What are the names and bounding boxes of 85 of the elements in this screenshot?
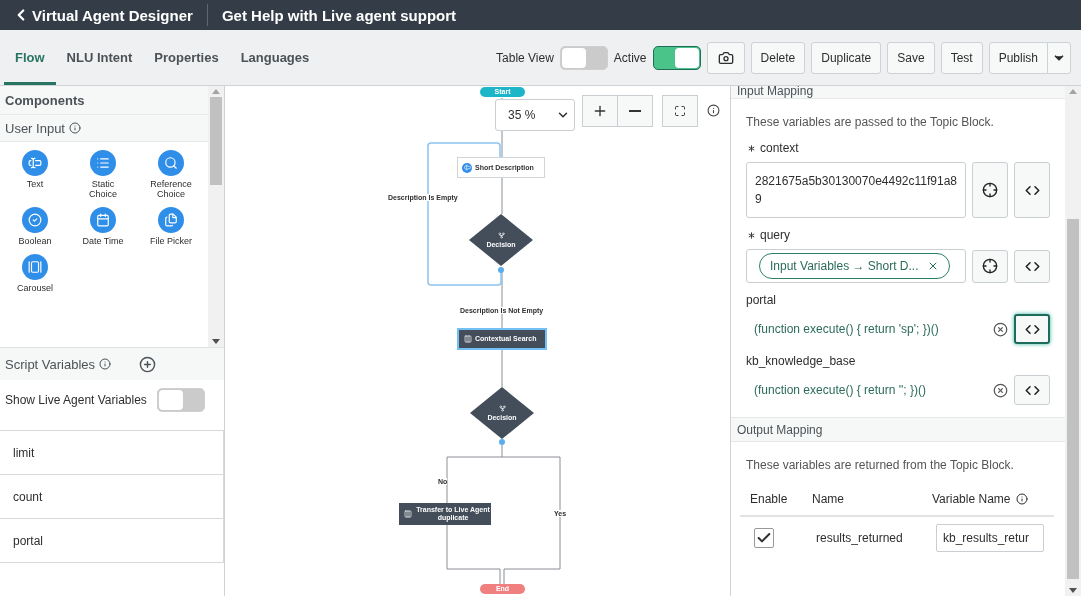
fullscreen-icon <box>674 105 686 117</box>
table-cell-text: results_returned <box>816 531 904 545</box>
field-label: query <box>760 228 791 242</box>
script-button[interactable] <box>1014 314 1050 344</box>
table-icon <box>464 335 472 343</box>
info-icon[interactable] <box>707 104 720 117</box>
tab[interactable]: Languages <box>229 30 321 85</box>
field-label: context <box>760 141 799 155</box>
branch-icon <box>497 232 505 239</box>
dropdown-button[interactable] <box>1047 41 1071 74</box>
zoom-in-button[interactable] <box>582 95 618 127</box>
clear-icon[interactable] <box>993 382 1008 398</box>
field-label: kb_knowledge_base <box>746 354 856 368</box>
component-item[interactable]: Date Time <box>69 207 137 246</box>
info-icon <box>1016 493 1029 505</box>
camera-icon <box>717 49 734 66</box>
section-title: Script Variables <box>5 356 96 372</box>
input-field[interactable]: kb_results_retur <box>936 524 1044 552</box>
scrollbar[interactable] <box>208 86 224 347</box>
component-item[interactable]: Reference Choice <box>137 150 205 199</box>
files-icon <box>158 207 184 233</box>
crosshair-icon <box>982 258 998 274</box>
column-header: Name <box>812 492 844 506</box>
minus-icon <box>629 110 641 112</box>
section-title: User Input <box>5 120 65 136</box>
info-icon <box>69 122 81 134</box>
column-header: Variable Name <box>932 492 1011 506</box>
scrollbar[interactable] <box>1065 86 1081 596</box>
crosshair-icon <box>982 182 998 198</box>
add-icon[interactable] <box>139 355 157 373</box>
column-header: Enable <box>750 492 788 506</box>
branch-icon <box>498 405 506 412</box>
script-value: (function execute() { return ''; })() <box>753 383 927 397</box>
variable-item[interactable]: limit <box>0 431 224 475</box>
check-circle-icon <box>22 207 48 233</box>
input-field[interactable]: 2821675a5b30130070e4492c11f91a89 <box>746 162 966 218</box>
list-icon <box>90 150 116 176</box>
search-icon <box>158 150 184 176</box>
field-label: portal <box>746 293 777 307</box>
camera-button[interactable] <box>706 41 745 74</box>
pill-mode-button[interactable] <box>972 162 1008 218</box>
toolbar-button[interactable]: Delete <box>750 41 806 74</box>
section-description: These variables are passed to the Topic Block. <box>745 114 995 131</box>
connector-line <box>501 271 503 331</box>
variable-item[interactable]: count <box>0 475 224 519</box>
component-item[interactable]: Carousel <box>1 254 69 293</box>
toggle-switch[interactable] <box>652 45 701 70</box>
zoom-select[interactable]: 35 % <box>495 99 575 131</box>
zoom-out-button[interactable] <box>617 95 653 127</box>
text-input-icon <box>462 162 472 173</box>
component-item[interactable]: File Picker <box>137 207 205 246</box>
info-icon <box>99 358 112 370</box>
section-title: Input Mapping <box>737 86 814 98</box>
panel-title: Components <box>5 92 85 108</box>
toolbar-button[interactable]: Publish <box>988 41 1048 74</box>
toolbar-button[interactable]: Duplicate <box>811 41 882 74</box>
pill-mode-button[interactable] <box>972 249 1008 283</box>
toggle-label: Table View <box>496 50 554 65</box>
required-icon <box>746 229 757 241</box>
required-icon <box>746 142 757 154</box>
toggle-label: Show Live Agent Variables <box>5 393 147 407</box>
connector-line <box>501 177 503 215</box>
back-link[interactable]: Virtual Agent Designer <box>12 6 193 24</box>
input-field[interactable]: Input Variables → Short D... <box>746 249 966 283</box>
component-item[interactable]: Boolean <box>1 207 69 246</box>
page-title: Get Help with Live agent support <box>221 6 457 24</box>
calendar-icon <box>90 207 116 233</box>
connector-line <box>501 347 503 388</box>
checkbox[interactable] <box>754 528 774 548</box>
script-value: (function execute() { return 'sp'; })() <box>753 322 940 336</box>
variable-item[interactable]: portal <box>0 519 224 563</box>
text-input-icon <box>22 150 48 176</box>
table-icon <box>404 510 412 518</box>
tab[interactable]: Properties <box>143 30 230 85</box>
plus-icon <box>592 103 608 119</box>
clear-icon[interactable] <box>993 321 1008 337</box>
section-title: Output Mapping <box>737 422 823 437</box>
toggle-label: Active <box>613 50 647 65</box>
section-description: These variables are returned from the Topic Block. <box>745 457 1015 474</box>
carousel-icon <box>22 254 48 280</box>
toolbar-button[interactable]: Test <box>940 41 983 74</box>
component-item[interactable]: Text <box>1 150 69 199</box>
toolbar-button[interactable]: Save <box>887 41 935 74</box>
tab[interactable]: NLU Intent <box>55 30 144 85</box>
component-item[interactable]: Static Choice <box>69 150 137 199</box>
